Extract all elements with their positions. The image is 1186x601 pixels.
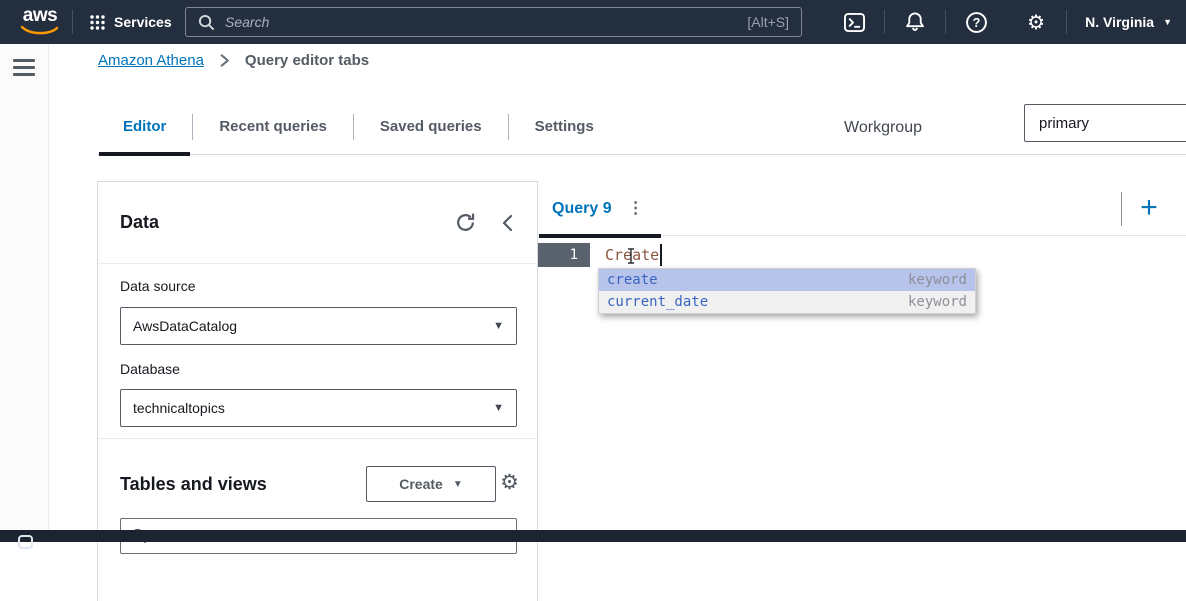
create-table-button[interactable]: Create ▼	[366, 466, 496, 502]
svg-text:?: ?	[972, 16, 980, 30]
query-tab-title: Query 9	[552, 200, 612, 218]
nav-divider	[945, 10, 946, 34]
query-tab-menu-button[interactable]: ⋮	[624, 200, 648, 218]
aws-logo[interactable]: aws	[18, 6, 62, 38]
new-query-tab-button[interactable]: +	[1130, 189, 1168, 227]
refresh-button[interactable]	[455, 212, 476, 233]
region-selector[interactable]: N. Virginia ▼	[1085, 14, 1172, 30]
kebab-icon: ⋮	[628, 200, 644, 217]
os-taskbar	[0, 530, 1186, 542]
nav-utilities: ? ⚙ N. Virginia ▼	[824, 0, 1172, 44]
hamburger-menu-button[interactable]	[13, 59, 35, 77]
nav-divider	[72, 10, 73, 34]
breadcrumb-current: Query editor tabs	[245, 52, 369, 69]
search-shortcut-hint: [Alt+S]	[747, 14, 789, 30]
refresh-icon	[455, 212, 476, 233]
settings-button[interactable]: ⚙	[1023, 9, 1049, 35]
ibeam-mouse-cursor-icon	[626, 248, 636, 264]
aws-logo-text: aws	[18, 6, 62, 25]
panel-divider	[98, 263, 537, 264]
breadcrumb-link-athena[interactable]: Amazon Athena	[98, 52, 204, 69]
tables-settings-button[interactable]: ⚙	[500, 472, 519, 492]
chevron-left-icon	[500, 213, 515, 233]
help-question-icon: ?	[965, 11, 988, 34]
tab-settings[interactable]: Settings	[509, 99, 620, 154]
database-label: Database	[120, 361, 180, 377]
text-caret	[660, 244, 662, 266]
database-select[interactable]: technicaltopics ▼	[120, 389, 517, 427]
tab-recent-queries[interactable]: Recent queries	[193, 99, 353, 154]
search-icon	[198, 14, 215, 31]
data-panel-title: Data	[120, 212, 159, 233]
query-editor-panel: Query 9 ⋮ + 1 Create create keyword curr…	[538, 181, 1186, 530]
bell-icon	[904, 11, 926, 33]
global-search[interactable]: [Alt+S]	[185, 7, 802, 37]
services-label: Services	[114, 14, 172, 30]
aws-smile-icon	[20, 25, 60, 36]
autocomplete-popup: create keyword current_date keyword	[598, 268, 976, 314]
nav-divider	[884, 10, 885, 34]
query-tab[interactable]: Query 9 ⋮	[538, 181, 661, 236]
breadcrumb: Amazon Athena Query editor tabs	[98, 44, 369, 76]
autocomplete-item-current-date[interactable]: current_date keyword	[599, 291, 975, 313]
tables-and-views-title: Tables and views	[120, 474, 267, 495]
data-panel-header: Data	[120, 182, 515, 263]
nav-divider	[1066, 10, 1067, 34]
notifications-button[interactable]	[902, 9, 928, 35]
tab-saved-queries[interactable]: Saved queries	[354, 99, 508, 154]
top-navigation-bar: aws Services [Alt+S]	[0, 0, 1186, 44]
gear-icon: ⚙	[500, 472, 519, 492]
autocomplete-item-create[interactable]: create keyword	[599, 269, 975, 291]
caret-down-icon: ▼	[493, 402, 504, 414]
gear-icon: ⚙	[1027, 12, 1045, 32]
tab-editor[interactable]: Editor	[97, 99, 192, 154]
tab-bar-divider	[1121, 192, 1122, 226]
tables-and-views-header: Tables and views Create ▼ ⚙	[120, 454, 515, 514]
data-source-label: Data source	[120, 278, 195, 294]
side-navigation-rail	[0, 44, 49, 530]
services-grid-icon	[90, 15, 105, 30]
cloudshell-terminal-icon	[843, 12, 866, 33]
services-menu-button[interactable]: Services	[90, 0, 172, 44]
breadcrumb-chevron-icon	[216, 52, 233, 69]
caret-down-icon: ▼	[493, 320, 504, 332]
query-tab-bar: Query 9 ⋮ +	[538, 181, 1186, 236]
caret-down-icon: ▼	[453, 479, 463, 490]
region-label: N. Virginia	[1085, 14, 1154, 30]
workgroup-select[interactable]: primary	[1024, 104, 1186, 142]
code-editor[interactable]: 1 Create	[538, 243, 1186, 267]
cloudshell-button[interactable]	[841, 9, 867, 35]
help-button[interactable]: ?	[963, 9, 989, 35]
line-number-gutter: 1	[538, 243, 590, 267]
collapse-panel-button[interactable]	[500, 213, 515, 233]
console-tabs-row: Editor Recent queries Saved queries Sett…	[97, 99, 1186, 155]
data-source-select[interactable]: AwsDataCatalog ▼	[120, 307, 517, 345]
taskbar-app-icon[interactable]	[18, 535, 33, 549]
caret-down-icon: ▼	[1163, 17, 1172, 27]
line-number: 1	[570, 247, 578, 263]
workgroup-label: Workgroup	[844, 119, 922, 137]
search-input[interactable]	[225, 14, 737, 30]
panel-divider	[98, 438, 537, 439]
